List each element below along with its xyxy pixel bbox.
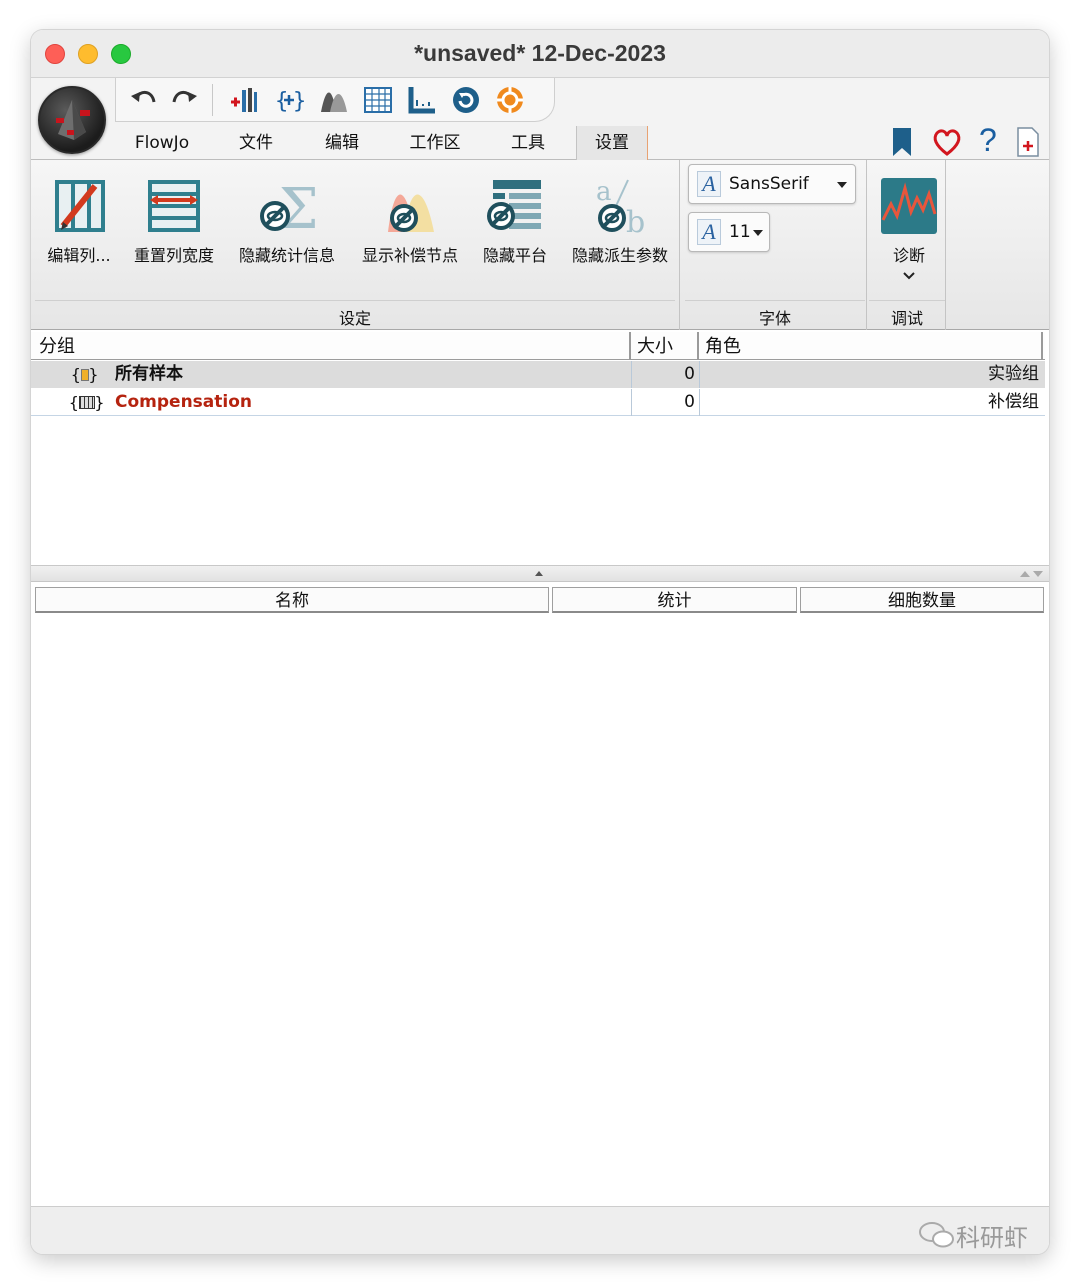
- tab-file[interactable]: 文件: [223, 126, 289, 160]
- hide-statistics-label: 隐藏统计信息: [238, 246, 335, 265]
- diagnose-button[interactable]: 诊断: [875, 176, 943, 285]
- column-header-size[interactable]: 大小: [631, 332, 699, 360]
- watermark-text: 科研虾: [956, 1224, 1028, 1252]
- chevron-down-icon: [753, 230, 763, 236]
- hide-platform-button[interactable]: 隐藏平台: [477, 176, 553, 266]
- settings-group-divider: [35, 300, 675, 301]
- settings-group-label: 设定: [338, 309, 371, 328]
- groups-table: 分组 大小 角色 {} 所有样本 0 实验组 {} Compensation 0…: [31, 332, 1049, 566]
- column-header-role[interactable]: 角色: [699, 332, 1043, 360]
- status-bar: [31, 1206, 1049, 1254]
- add-sample-tubes-icon[interactable]: [228, 84, 260, 116]
- hide-platform-label: 隐藏平台: [482, 246, 547, 265]
- column-header-statistic[interactable]: 统计: [552, 587, 797, 613]
- group-name: 所有样本: [115, 364, 183, 384]
- font-icon: A: [697, 219, 721, 245]
- group-role: 实验组: [988, 364, 1039, 384]
- heart-icon[interactable]: [931, 126, 963, 158]
- redo-icon[interactable]: [168, 84, 200, 116]
- font-group-divider: [685, 300, 865, 301]
- table-editor-icon[interactable]: [362, 84, 394, 116]
- ribbon-panel: 编辑列... 重置列宽度 Σ 隐藏统计信息 显示补偿节点 隐藏平台 a b 隐藏…: [31, 160, 1049, 330]
- toolbar-separator: [212, 84, 213, 116]
- expand-arrows-icon[interactable]: [1019, 569, 1045, 579]
- watermark: 科研虾: [918, 1218, 1028, 1252]
- group-separator: [679, 160, 680, 330]
- wechat-icon: [919, 1222, 954, 1248]
- svg-text:{: {: [275, 89, 288, 114]
- group-role: 补偿组: [988, 392, 1039, 412]
- hide-platform-icon: [487, 180, 541, 230]
- debug-group-label: 调试: [890, 309, 923, 328]
- svg-text:}: }: [293, 89, 306, 114]
- tab-edit[interactable]: 编辑: [309, 126, 375, 160]
- group-size: 0: [684, 392, 695, 412]
- add-group-icon[interactable]: { }: [274, 84, 306, 116]
- diagnose-chart-icon: [881, 178, 937, 234]
- show-compensation-node-button[interactable]: 显示补偿节点: [357, 176, 463, 266]
- refresh-icon[interactable]: [450, 84, 482, 116]
- table-row[interactable]: {} Compensation 0 补偿组: [31, 389, 1045, 416]
- group-separator: [945, 160, 946, 330]
- font-group-label: 字体: [758, 309, 791, 328]
- statistics-table: 名称 统计 细胞数量: [31, 582, 1049, 1206]
- font-size-select[interactable]: A 11: [688, 212, 770, 252]
- quick-access-toolbar: { }: [115, 78, 555, 122]
- undo-icon[interactable]: [128, 84, 160, 116]
- pane-splitter[interactable]: [31, 566, 1049, 582]
- collapse-up-icon[interactable]: [534, 569, 544, 577]
- tab-tools[interactable]: 工具: [495, 126, 561, 160]
- chevron-down-icon: [837, 182, 847, 188]
- app-window: *unsaved* 12-Dec-2023 {} FlowJo 文件 编辑 工…: [31, 30, 1049, 1254]
- group-all-samples-icon: {}: [71, 365, 99, 384]
- font-family-value: SansSerif: [729, 174, 809, 194]
- hide-derived-parameters-icon: a b: [596, 177, 645, 240]
- reset-column-width-icon: [148, 180, 200, 232]
- help-icon[interactable]: ?: [979, 122, 997, 159]
- chevron-down-icon: [903, 272, 915, 280]
- compensation-matrix-icon: {}: [69, 393, 105, 412]
- tab-workspace[interactable]: 工作区: [395, 126, 475, 160]
- cell-divider: [699, 361, 700, 388]
- tab-flowjo[interactable]: FlowJo: [125, 126, 199, 160]
- ribbon-header: { } FlowJo 文件 编辑 工作区 工具 设置 ?: [31, 78, 1049, 160]
- show-compensation-node-icon: [388, 194, 434, 232]
- reset-column-width-label: 重置列宽度: [133, 246, 214, 265]
- font-family-select[interactable]: A SansSerif: [688, 164, 856, 204]
- cell-divider: [699, 389, 700, 416]
- show-compensation-node-label: 显示补偿节点: [361, 246, 458, 265]
- layout-editor-icon[interactable]: [406, 84, 438, 116]
- edit-columns-label: 编辑列...: [47, 246, 111, 265]
- hide-statistics-icon: Σ: [260, 177, 319, 242]
- hide-derived-parameters-label: 隐藏派生参数: [571, 246, 668, 265]
- font-size-value: 11: [729, 222, 751, 242]
- hide-derived-parameters-button[interactable]: a b 隐藏派生参数: [567, 176, 673, 266]
- diagnose-label: 诊断: [892, 246, 925, 265]
- edit-columns-button[interactable]: 编辑列...: [43, 176, 115, 266]
- group-size: 0: [684, 364, 695, 384]
- table-row[interactable]: {} 所有样本 0 实验组: [31, 361, 1045, 388]
- font-icon: A: [697, 171, 721, 197]
- debug-group-divider: [869, 300, 945, 301]
- column-header-group[interactable]: 分组: [33, 332, 631, 360]
- reset-column-width-button[interactable]: 重置列宽度: [129, 176, 219, 266]
- tab-settings[interactable]: 设置: [576, 126, 648, 160]
- groups-table-header: 分组 大小 角色: [31, 332, 1045, 360]
- column-header-cell-count[interactable]: 细胞数量: [800, 587, 1044, 613]
- title-bar: *unsaved* 12-Dec-2023: [31, 30, 1049, 78]
- hide-statistics-button[interactable]: Σ 隐藏统计信息: [234, 176, 340, 266]
- svg-text:b: b: [626, 205, 645, 236]
- svg-text:a: a: [596, 177, 612, 207]
- group-separator: [866, 160, 867, 330]
- edit-columns-icon: [55, 180, 105, 232]
- bookmark-icon[interactable]: [889, 126, 915, 160]
- group-name: Compensation: [115, 392, 252, 412]
- histogram-overlay-icon[interactable]: [318, 84, 350, 116]
- column-header-name[interactable]: 名称: [35, 587, 549, 613]
- plugin-icon[interactable]: [494, 84, 526, 116]
- new-document-icon[interactable]: [1015, 126, 1041, 158]
- window-title: *unsaved* 12-Dec-2023: [414, 40, 666, 66]
